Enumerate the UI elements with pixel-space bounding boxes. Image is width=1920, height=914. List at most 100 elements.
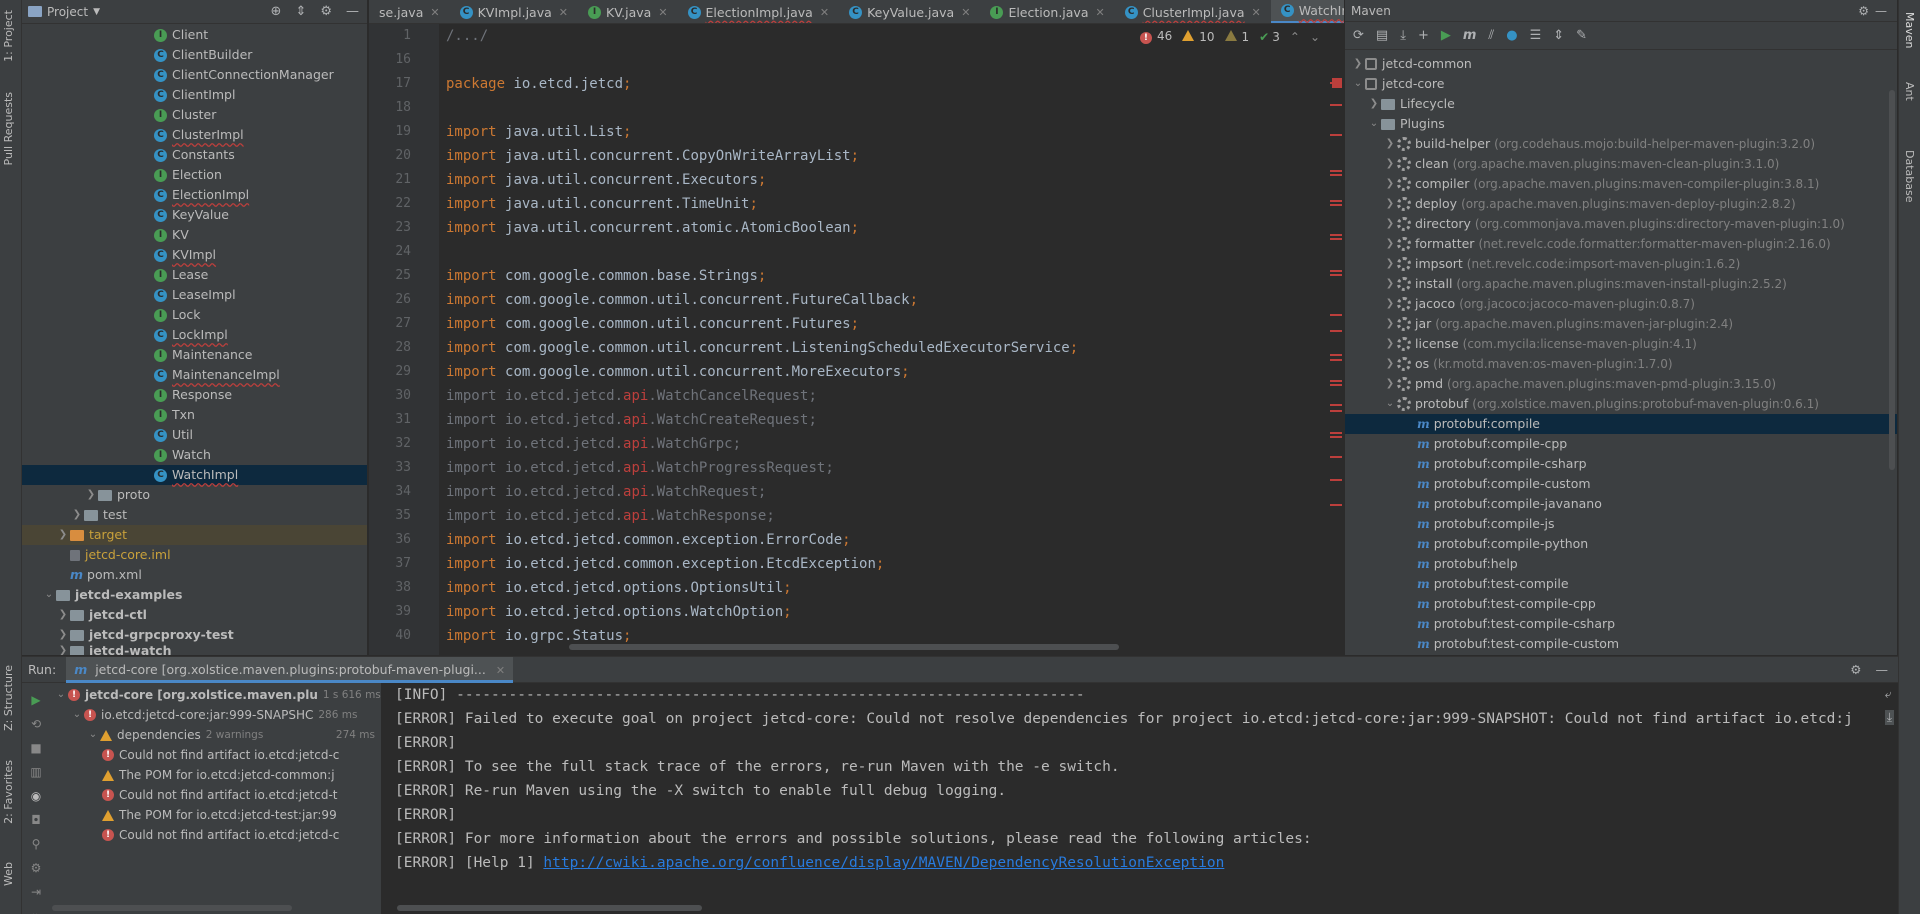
error-stripe-mark[interactable] xyxy=(1330,330,1342,332)
maven-plugin[interactable]: ❯ impsort (net.revelc.code:impsort-maven-p… xyxy=(1345,254,1897,274)
close-icon[interactable]: ✕ xyxy=(1252,6,1261,19)
ant-tool-tab[interactable]: Ant xyxy=(1903,82,1916,101)
collapse-all-icon[interactable]: ⇕ xyxy=(295,4,306,19)
maven-plugin[interactable]: ❯ formatter (net.revelc.code.formatter:for… xyxy=(1345,234,1897,254)
maven-plugin[interactable]: ❯ license (com.mycila:license-maven-plugin… xyxy=(1345,334,1897,354)
show-dependencies-icon[interactable]: ☰ xyxy=(1530,28,1542,43)
code-area[interactable]: /.../package io.etcd.jetcd; import java.u… xyxy=(446,24,1324,648)
maven-goal[interactable]: m protobuf:test-compile-cpp xyxy=(1345,594,1897,614)
chevron-right-icon[interactable]: ❯ xyxy=(1383,374,1397,394)
console-output[interactable]: [INFO] ---------------------------------… xyxy=(383,683,1868,914)
maven-module-core[interactable]: ⌄ jetcd-core xyxy=(1345,74,1897,94)
hide-icon[interactable]: — xyxy=(346,4,359,19)
web-tool-tab[interactable]: Web xyxy=(2,862,15,886)
soft-wrap-icon[interactable]: ⤶ xyxy=(1885,687,1894,702)
tree-class-item[interactable]: I KV xyxy=(22,225,367,245)
download-icon[interactable]: ⤓ xyxy=(1400,28,1406,43)
build-tree-node[interactable]: ⌄! io.etcd:jetcd-core:jar:999-SNAPSHC 286 … xyxy=(50,705,381,725)
maven-goal[interactable]: m protobuf:test-compile-csharp xyxy=(1345,614,1897,634)
tree-class-item[interactable]: C WatchImpl xyxy=(22,465,367,485)
tree-module-watch[interactable]: ❯ jetcd-watch xyxy=(22,645,367,655)
build-tree-node[interactable]: ! Could not find artifact io.etcd:jetcd-c xyxy=(50,745,381,765)
error-stripe-mark[interactable] xyxy=(1330,104,1342,106)
chevron-right-icon[interactable]: ❯ xyxy=(1383,274,1397,294)
error-stripe-mark[interactable] xyxy=(1330,359,1342,361)
chevron-down-icon[interactable]: ⌄ xyxy=(1383,394,1397,414)
build-tree-node[interactable]: The POM for io.etcd:jetcd-common:j xyxy=(50,765,381,785)
inspection-widget[interactable]: ! 46 10 1 ✔ 3 ⌃ ⌄ xyxy=(1139,29,1320,44)
project-view-selector[interactable]: Project xyxy=(47,5,88,19)
chevron-down-icon[interactable]: ⌄ xyxy=(1367,114,1381,134)
camera-icon[interactable]: ◘ xyxy=(31,813,41,827)
tree-class-item[interactable]: C MaintenanceImpl xyxy=(22,365,367,385)
error-stripe-mark[interactable] xyxy=(1330,410,1342,412)
maven-plugin[interactable]: ❯ pmd (org.apache.maven.plugins:maven-pmd-… xyxy=(1345,374,1897,394)
maven-plugin[interactable]: ❯ directory (org.commonjava.maven.plugins:… xyxy=(1345,214,1897,234)
chevron-down-icon[interactable]: ⌄ xyxy=(1351,74,1365,94)
tree-folder-proto[interactable]: ❯ proto xyxy=(22,485,367,505)
maven-plugin[interactable]: ❯ build-helper (org.codehaus.mojo:build-he… xyxy=(1345,134,1897,154)
chevron-right-icon[interactable]: ❯ xyxy=(1383,234,1397,254)
error-stripe-mark[interactable] xyxy=(1330,204,1342,206)
tree-class-item[interactable]: C ClusterImpl xyxy=(22,125,367,145)
editor-tab[interactable]: se.java ✕ xyxy=(369,0,450,23)
collapse-icon[interactable]: ⇕ xyxy=(1553,28,1564,43)
tree-class-item[interactable]: C ClientImpl xyxy=(22,85,367,105)
chevron-down-icon[interactable]: ⌄ xyxy=(1310,30,1320,44)
maven-goal[interactable]: m protobuf:compile xyxy=(1345,414,1897,434)
editor-tab[interactable]: C ElectionImpl.java ✕ xyxy=(678,0,840,23)
more-icon[interactable]: » xyxy=(32,909,39,914)
maven-goal[interactable]: m protobuf:compile-javanano xyxy=(1345,494,1897,514)
chevron-down-icon[interactable]: ⌄ xyxy=(70,705,84,725)
maven-goal[interactable]: m protobuf:compile-cpp xyxy=(1345,434,1897,454)
toggle-offline-icon[interactable]: ⫽ xyxy=(1488,28,1494,43)
chevron-right-icon[interactable]: ❯ xyxy=(1383,174,1397,194)
tree-class-item[interactable]: C LockImpl xyxy=(22,325,367,345)
build-tree-node[interactable]: ⌄ dependencies 2 warnings 274 ms xyxy=(50,725,381,745)
add-icon[interactable]: + xyxy=(1418,28,1429,43)
maven-goal[interactable]: m protobuf:test-compile-custom xyxy=(1345,634,1897,654)
tree-class-item[interactable]: C Constants xyxy=(22,145,367,165)
gear-icon[interactable]: ⚙ xyxy=(1850,662,1861,677)
maven-plugin[interactable]: ❯ deploy (org.apache.maven.plugins:maven-d… xyxy=(1345,194,1897,214)
error-stripe-mark[interactable] xyxy=(1330,354,1342,356)
run-tab[interactable]: m jetcd-core [org.xolstice.maven.plugins… xyxy=(66,656,514,683)
console-horizontal-scrollbar[interactable] xyxy=(397,905,702,911)
exit-icon[interactable]: ⇥ xyxy=(31,885,41,899)
maven-plugin[interactable]: ❯ jar (org.apache.maven.plugins:maven-jar-… xyxy=(1345,314,1897,334)
error-stripe-mark[interactable] xyxy=(1330,238,1342,240)
pause-icon[interactable]: ⟲ xyxy=(31,717,41,731)
tree-horizontal-scrollbar[interactable] xyxy=(52,905,292,911)
close-icon[interactable]: ✕ xyxy=(961,6,970,19)
maven-plugins[interactable]: ⌄ Plugins xyxy=(1345,114,1897,134)
error-stripe-mark[interactable] xyxy=(1330,404,1342,406)
skip-tests-icon[interactable]: ● xyxy=(1506,28,1517,43)
maven-goal[interactable]: m protobuf:compile-custom xyxy=(1345,474,1897,494)
error-stripe-mark[interactable] xyxy=(1330,234,1342,236)
tree-class-item[interactable]: C LeaseImpl xyxy=(22,285,367,305)
warning-count[interactable]: 10 xyxy=(1182,29,1215,44)
build-tree-node[interactable]: The POM for io.etcd:jetcd-test:jar:99 xyxy=(50,805,381,825)
tree-class-item[interactable]: I Lock xyxy=(22,305,367,325)
tree-file-iml[interactable]: jetcd-core.iml xyxy=(22,545,367,565)
chevron-down-icon[interactable]: ▼ xyxy=(93,7,100,17)
chevron-right-icon[interactable]: ❯ xyxy=(84,485,98,505)
editor-tab[interactable]: I KV.java ✕ xyxy=(578,0,678,23)
ok-count[interactable]: ✔ 3 xyxy=(1259,30,1280,44)
tree-class-item[interactable]: I Cluster xyxy=(22,105,367,125)
chevron-right-icon[interactable]: ❯ xyxy=(1383,154,1397,174)
execute-goal-icon[interactable]: m xyxy=(1463,28,1477,43)
chevron-down-icon[interactable]: ⌄ xyxy=(54,685,68,705)
tree-class-item[interactable]: C ClientBuilder xyxy=(22,45,367,65)
weak-warning-count[interactable]: 1 xyxy=(1224,29,1249,44)
error-stripe-mark[interactable] xyxy=(1330,479,1342,481)
close-icon[interactable]: ✕ xyxy=(430,6,439,19)
tree-class-item[interactable]: I Watch xyxy=(22,445,367,465)
close-icon[interactable]: ✕ xyxy=(1095,6,1104,19)
chevron-down-icon[interactable]: ⌄ xyxy=(42,585,56,605)
close-icon[interactable]: ✕ xyxy=(658,6,667,19)
chevron-right-icon[interactable]: ❯ xyxy=(56,605,70,625)
chevron-right-icon[interactable]: ❯ xyxy=(1383,314,1397,334)
tree-module-examples[interactable]: ⌄ jetcd-examples xyxy=(22,585,367,605)
maven-plugin[interactable]: ⌄ protobuf (org.xolstice.maven.plugins:pro… xyxy=(1345,394,1897,414)
